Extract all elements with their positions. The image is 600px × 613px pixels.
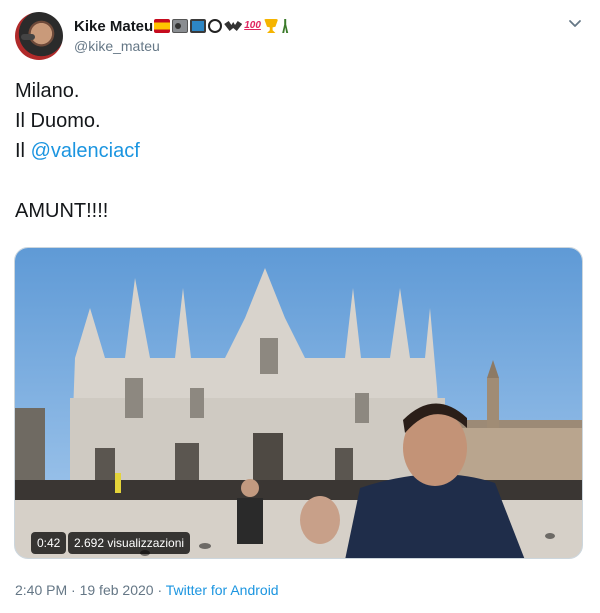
bat-icon [224, 21, 243, 31]
soccer-ball-icon [208, 19, 223, 33]
tweet-time[interactable]: 2:40 PM [15, 582, 67, 598]
microphone-icon [21, 34, 35, 40]
name-emojis: 100 [154, 19, 292, 33]
tweet-line: Il @valenciacf [15, 136, 140, 166]
trophy-icon [264, 19, 279, 33]
avatar[interactable] [15, 12, 63, 60]
meta-separator: · [153, 582, 166, 598]
video-duration-badge: 0:42 [31, 532, 67, 554]
tweet-line: AMUNT!!!! [15, 200, 109, 222]
tweet-line-text: Il [15, 140, 31, 162]
tweet-line: Milano. [15, 80, 80, 102]
author-name-row: Kike Mateu 100 [74, 16, 292, 36]
hundred-points-icon: 100 [244, 20, 261, 31]
tweet-date[interactable]: 19 feb 2020 [80, 582, 154, 598]
author-handle[interactable]: @kike_mateu [74, 38, 160, 54]
author-display-name[interactable]: Kike Mateu [74, 18, 153, 35]
chevron-down-icon[interactable] [568, 19, 582, 29]
tweet-text: Milano. Il Duomo. Il @valenciacf AMUNT!!… [15, 76, 140, 226]
video-frame [15, 248, 582, 558]
view-count-badge: 2.692 visualizzazioni [68, 532, 191, 554]
video-player[interactable]: 0:42 2.692 visualizzazioni [14, 247, 583, 559]
mention-link[interactable]: @valenciacf [31, 140, 140, 162]
tweet-source-link[interactable]: Twitter for Android [166, 582, 279, 598]
tweet-line: Il Duomo. [15, 110, 101, 132]
spain-flag-icon [154, 19, 171, 33]
tv-icon [190, 19, 207, 33]
golfer-icon [282, 19, 289, 33]
tweet-meta: 2:40 PM · 19 feb 2020 · Twitter for Andr… [15, 582, 279, 598]
meta-separator: · [67, 582, 80, 598]
radio-icon [172, 19, 189, 33]
